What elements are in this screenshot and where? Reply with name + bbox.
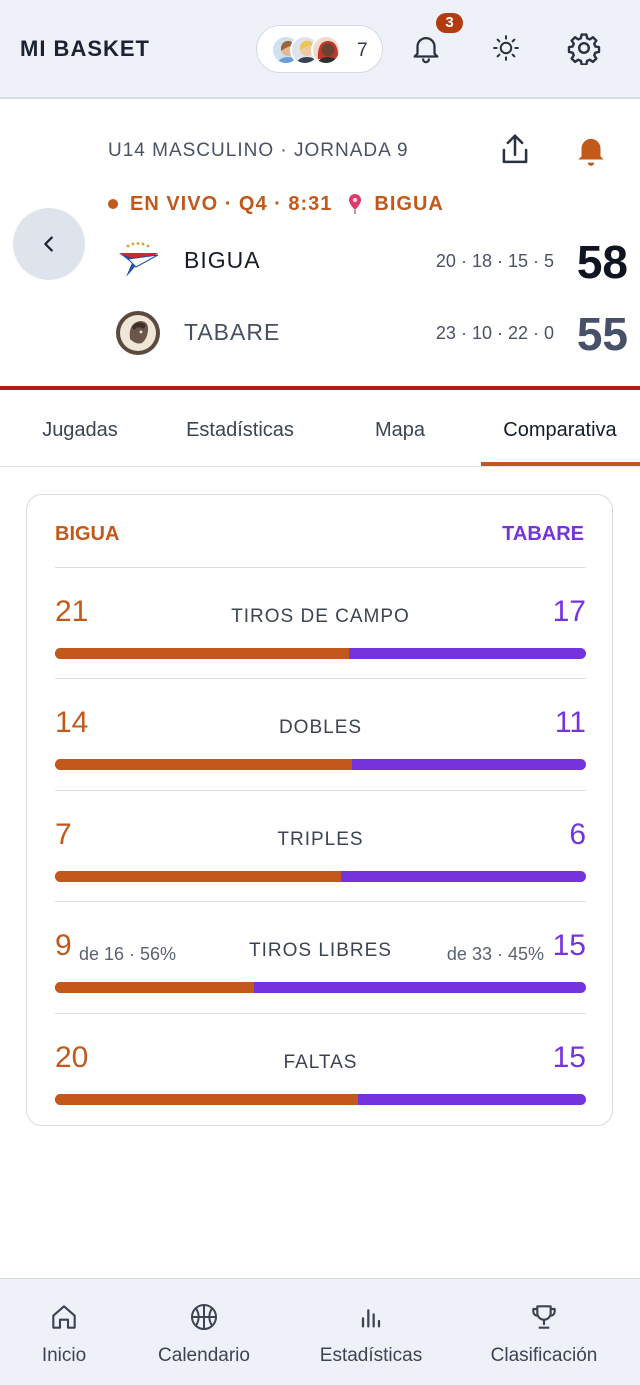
home-score: 58 — [576, 236, 628, 288]
stat-bar-home-fill — [55, 648, 349, 659]
venue-text: BIGUA — [374, 192, 444, 215]
league-label: U14 MASCULINO · JORNADA 9 — [108, 140, 409, 161]
comparison-away-label: TABARE — [502, 523, 584, 545]
stat-bar-home-fill — [55, 759, 353, 770]
stat-row-field-goals: 21 TIROS DE CAMPO 17 — [55, 567, 586, 678]
stat-bar-home-fill — [55, 982, 255, 993]
stat-bar — [55, 759, 586, 770]
stat-away-value: 15 — [552, 929, 586, 962]
active-tab-indicator — [481, 462, 640, 466]
bottom-nav: Inicio Calendario Estadísticas Clasifica… — [0, 1278, 640, 1385]
stat-label: DOBLES — [278, 717, 363, 738]
tabare-logo — [114, 309, 162, 357]
away-team-name: TABARE — [184, 319, 281, 345]
top-bar: MI BASKET 7 3 — [0, 0, 640, 99]
stat-row-twos: 14 DOBLES 11 — [55, 678, 586, 789]
avatar — [311, 35, 341, 65]
stat-row-threes: 7 TRIPLES 6 — [55, 790, 586, 901]
tab-mapa[interactable]: Mapa — [320, 394, 480, 466]
stat-bar — [55, 871, 586, 882]
chevron-left-icon — [44, 236, 53, 252]
viewers-pill[interactable]: 7 — [256, 25, 383, 73]
gear-icon — [567, 33, 601, 65]
app-root: MI BASKET 7 3 U14 MASCULINO · JORNADA 9 — [0, 0, 640, 1385]
tab-comparativa[interactable]: Comparativa — [480, 394, 640, 466]
stat-label: FALTAS — [283, 1052, 358, 1073]
trophy-icon — [532, 1305, 556, 1329]
stat-row-fouls: 20 FALTAS 15 — [55, 1013, 586, 1124]
home-team-name: BIGUA — [184, 247, 261, 273]
nav-label: Inicio — [41, 1345, 87, 1366]
stat-bar — [55, 1094, 586, 1105]
tab-estadisticas[interactable]: Estadísticas — [160, 394, 320, 466]
bigua-logo — [114, 237, 162, 285]
nav-clasificacion[interactable]: Clasificación — [474, 1279, 614, 1385]
back-button[interactable] — [13, 208, 85, 280]
stat-away-value: 17 — [552, 595, 586, 628]
match-alert-button[interactable] — [572, 131, 610, 169]
pin-icon — [346, 193, 364, 215]
home-quarter-scores: 20 · 18 · 15 · 5 — [435, 251, 554, 271]
home-icon — [52, 1305, 76, 1329]
share-icon — [502, 134, 528, 164]
away-score: 55 — [576, 308, 628, 360]
bell-filled-icon — [578, 138, 604, 166]
nav-calendario[interactable]: Calendario — [144, 1279, 264, 1385]
settings-button[interactable] — [564, 28, 604, 68]
nav-inicio[interactable]: Inicio — [14, 1279, 114, 1385]
stat-away-detail: de 33 · 45% — [446, 944, 544, 964]
stat-bar-home-fill — [55, 871, 341, 882]
stat-away-value: 15 — [552, 1041, 586, 1074]
nav-label: Calendario — [158, 1345, 250, 1366]
stat-bar-home-fill — [55, 1094, 359, 1105]
live-status: EN VIVO · Q4 · 8:31 BIGUA — [108, 191, 444, 217]
match-header: U14 MASCULINO · JORNADA 9 EN VIVO · Q4 ·… — [0, 101, 640, 390]
basketball-icon — [191, 1304, 217, 1330]
match-tabs: Jugadas Estadísticas Mapa Comparativa — [0, 394, 640, 467]
app-title: MI BASKET — [20, 36, 150, 61]
stat-bar — [55, 982, 586, 993]
away-quarter-scores: 23 · 10 · 22 · 0 — [435, 323, 554, 343]
sun-icon — [493, 35, 519, 61]
bar-chart-icon — [361, 1309, 381, 1328]
stat-bar — [55, 648, 586, 659]
live-status-text: EN VIVO · Q4 · 8:31 — [130, 192, 333, 215]
stat-away-value: 11 — [554, 706, 586, 739]
viewers-count: 7 — [357, 40, 368, 61]
stat-away-value: 6 — [569, 818, 586, 851]
nav-label: Estadísticas — [319, 1345, 423, 1366]
stat-row-free-throws: 9 de 16 · 56% TIROS LIBRES de 33 · 45% 1… — [55, 901, 586, 1012]
bell-icon — [413, 37, 439, 64]
away-team-row: TABARE 23 · 10 · 22 · 0 55 — [108, 305, 628, 361]
comparison-card: BIGUA TABARE 21 TIROS DE CAMPO 17 14 DOB… — [26, 494, 613, 1126]
theme-toggle-button[interactable] — [486, 28, 526, 68]
notifications-badge: 3 — [436, 13, 463, 33]
share-button[interactable] — [496, 131, 534, 169]
comparison-home-label: BIGUA — [55, 523, 120, 545]
tab-jugadas[interactable]: Jugadas — [0, 394, 160, 466]
notifications-button[interactable] — [406, 28, 446, 68]
home-team-row: BIGUA 20 · 18 · 15 · 5 58 — [108, 233, 628, 289]
nav-estadisticas[interactable]: Estadísticas — [306, 1279, 436, 1385]
nav-label: Clasificación — [490, 1345, 598, 1366]
live-dot — [108, 199, 118, 209]
stat-label: TRIPLES — [277, 829, 364, 850]
stat-label: TIROS DE CAMPO — [231, 606, 410, 627]
